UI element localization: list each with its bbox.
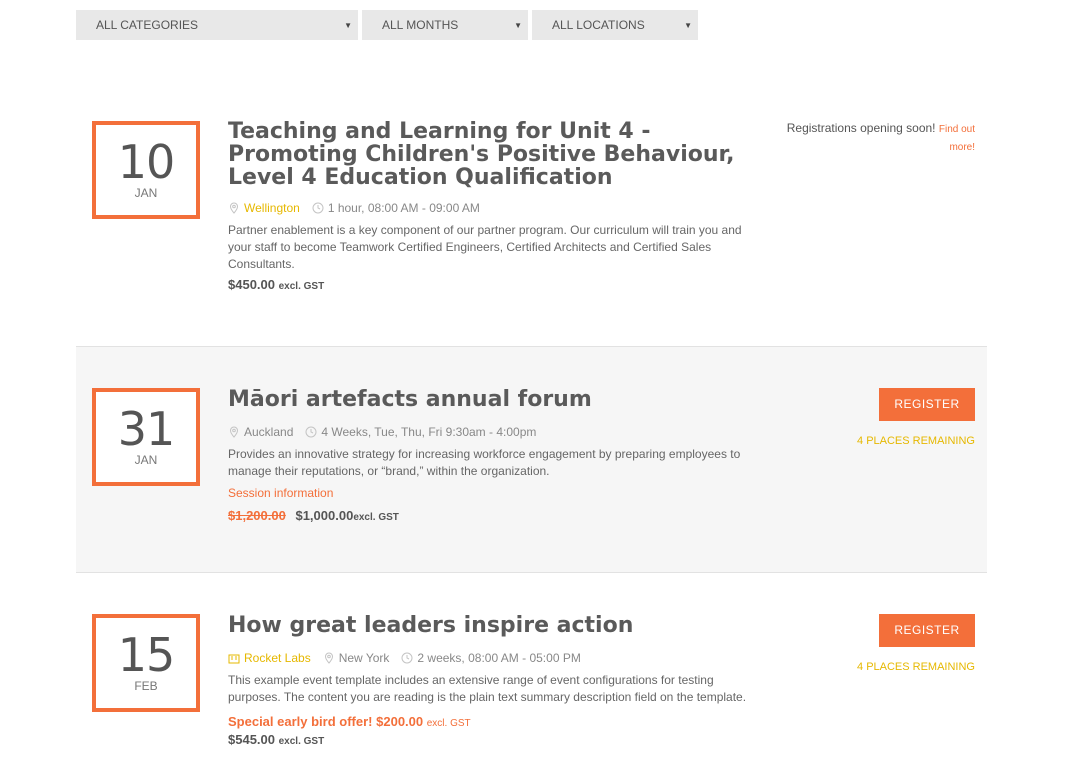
registration-note-text: Registrations opening soon!: [786, 121, 936, 135]
event-price: $450.00 excl. GST: [228, 277, 756, 292]
map-pin-icon: [324, 652, 333, 664]
event-meta: Rocket Labs New York 2 weeks, 08:00 AM -…: [228, 651, 756, 665]
event-meta: Auckland 4 Weeks, Tue, Thu, Fri 9:30am -…: [228, 425, 756, 439]
event-meta: Wellington 1 hour, 08:00 AM - 09:00 AM: [228, 201, 756, 215]
special-offer-price: $200.00: [376, 714, 424, 729]
event-item: 10 JAN Teaching and Learning for Unit 4 …: [76, 110, 987, 346]
event-date-box: 31 JAN: [92, 388, 200, 486]
month-filter[interactable]: ALL MONTHS ▼: [362, 10, 528, 40]
event-description: Provides an innovative strategy for incr…: [228, 447, 741, 478]
month-filter-label: ALL MONTHS: [382, 18, 459, 32]
clock-icon: [305, 426, 317, 438]
event-title[interactable]: Teaching and Learning for Unit 4 - Promo…: [228, 120, 756, 189]
event-day: 10: [117, 135, 176, 189]
chevron-down-icon: ▼: [684, 20, 692, 30]
event-price: $545.00 excl. GST: [228, 732, 756, 747]
event-actions: Registrations opening soon! Find out mor…: [765, 120, 975, 156]
filter-bar: ALL CATEGORIES ▼ ALL MONTHS ▼ ALL LOCATI…: [76, 10, 698, 40]
event-content: How great leaders inspire action Rocket …: [228, 614, 756, 747]
price-value: $1,000.00: [295, 508, 354, 523]
price-gst: excl. GST: [353, 512, 399, 523]
find-out-more-link[interactable]: Find out more!: [939, 124, 975, 153]
price-value: $450.00: [228, 277, 275, 292]
map-pin-icon: [229, 202, 239, 214]
price-gst: excl. GST: [278, 281, 325, 292]
event-title[interactable]: Māori artefacts annual forum: [228, 388, 756, 411]
category-filter-label: ALL CATEGORIES: [96, 18, 199, 32]
special-offer: Special early bird offer! $200.00 excl. …: [228, 714, 756, 729]
event-location-link[interactable]: Wellington: [244, 201, 300, 215]
event-day: 31: [117, 402, 176, 456]
register-button[interactable]: REGISTER: [879, 388, 975, 421]
event-item: 31 JAN Māori artefacts annual forum Auck…: [76, 346, 987, 573]
clock-icon: [312, 202, 324, 214]
event-content: Māori artefacts annual forum Auckland 4 …: [228, 388, 756, 523]
event-month: JAN: [134, 186, 158, 200]
event-actions: REGISTER 4 PLACES REMAINING: [857, 614, 975, 673]
session-information-link[interactable]: Session information: [228, 486, 756, 500]
special-offer-gst: excl. GST: [426, 718, 471, 729]
old-price: $1,200.00: [228, 508, 286, 523]
special-offer-label: Special early bird offer!: [228, 714, 373, 729]
location-filter-label: ALL LOCATIONS: [552, 18, 645, 32]
event-time: 2 weeks, 08:00 AM - 05:00 PM: [417, 651, 581, 665]
event-time: 1 hour, 08:00 AM - 09:00 AM: [327, 201, 480, 215]
event-date-box: 10 JAN: [92, 121, 200, 219]
event-location: New York: [338, 651, 390, 665]
event-description: This example event template includes an …: [228, 673, 747, 704]
chevron-down-icon: ▼: [344, 20, 352, 30]
event-content: Teaching and Learning for Unit 4 - Promo…: [228, 120, 756, 292]
event-actions: REGISTER 4 PLACES REMAINING: [857, 388, 975, 447]
registration-note: Registrations opening soon! Find out mor…: [765, 120, 975, 156]
places-remaining: 4 PLACES REMAINING: [857, 435, 975, 447]
event-price: $1,200.00 $1,000.00excl. GST: [228, 508, 756, 523]
register-button[interactable]: REGISTER: [879, 614, 975, 647]
event-time: 4 Weeks, Tue, Thu, Fri 9:30am - 4:00pm: [321, 425, 537, 439]
event-venue-link[interactable]: Rocket Labs: [244, 651, 311, 665]
event-date-box: 15 FEB: [92, 614, 200, 712]
map-pin-icon: [229, 426, 239, 438]
event-description: Partner enablement is a key component of…: [228, 223, 742, 271]
event-item: 15 FEB How great leaders inspire action …: [76, 573, 987, 768]
building-icon: [228, 654, 240, 664]
chevron-down-icon: ▼: [514, 20, 522, 30]
price-gst: excl. GST: [278, 736, 325, 747]
event-day: 15: [117, 628, 176, 682]
clock-icon: [401, 652, 413, 664]
category-filter[interactable]: ALL CATEGORIES ▼: [76, 10, 358, 40]
event-title[interactable]: How great leaders inspire action: [228, 614, 756, 637]
event-month: FEB: [134, 679, 158, 693]
event-location: Auckland: [244, 425, 294, 439]
price-value: $545.00: [228, 732, 275, 747]
location-filter[interactable]: ALL LOCATIONS ▼: [532, 10, 698, 40]
event-month: JAN: [134, 453, 158, 467]
places-remaining: 4 PLACES REMAINING: [857, 661, 975, 673]
